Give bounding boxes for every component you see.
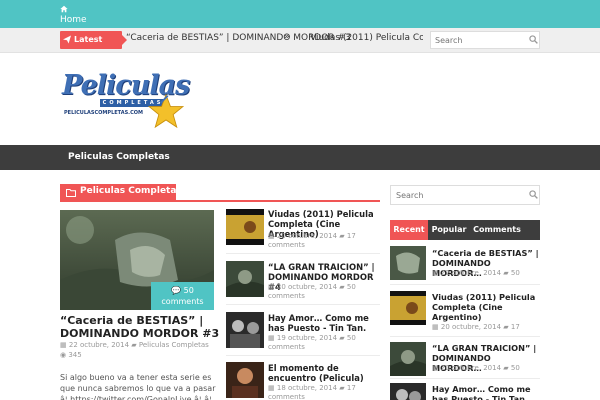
calendar-icon: ▦: [268, 283, 275, 291]
top-search-input[interactable]: [435, 34, 525, 46]
sidebar-divider: [390, 336, 540, 337]
ticker-item[interactable]: Viudas (2011) Pelicula Completa (C: [310, 33, 423, 43]
comment-icon: ▰: [339, 232, 345, 240]
calendar-icon: ▦: [432, 323, 439, 331]
top-bar: [0, 0, 600, 28]
section-title[interactable]: Peliculas Completas: [80, 186, 182, 196]
post-thumbnail[interactable]: [226, 362, 264, 398]
nav-item-peliculas-completas[interactable]: Peliculas Completas: [68, 152, 170, 162]
post-thumbnail[interactable]: [226, 209, 264, 245]
post-meta: ▦ 19 octubre, 2014 ▰ 50: [268, 334, 356, 342]
featured-comment-count[interactable]: 💬 50 comments: [151, 282, 214, 310]
comment-icon: ▰: [339, 384, 345, 392]
calendar-icon: ▦: [60, 341, 67, 349]
paper-plane-icon: [63, 35, 71, 44]
post-divider: [226, 253, 380, 254]
sidebar-divider: [390, 284, 540, 285]
tab-recent[interactable]: Recent: [390, 220, 428, 240]
sidebar-post-title[interactable]: Viudas (2011) Pelicula Completa (Cine Ar…: [432, 292, 540, 322]
sidebar-post-thumbnail[interactable]: [390, 383, 426, 400]
post-comments-label: comments: [268, 393, 305, 400]
featured-views: ◉ 345: [60, 351, 82, 359]
post-title[interactable]: El momento de encuentro (Pelicula): [268, 363, 383, 383]
post-thumbnail[interactable]: [226, 261, 264, 297]
post-meta: ▦ 20 octubre, 2014 ▰ 50: [268, 283, 356, 291]
site-logo-url: PELICULASCOMPLETAS.COM: [64, 110, 143, 116]
featured-title[interactable]: “Caceria de BESTIAS” | DOMINANDO MORDOR …: [60, 314, 220, 340]
post-comments-label: comments: [268, 343, 305, 351]
ticker-separator: »: [284, 32, 290, 42]
comment-icon: ▰: [503, 269, 509, 277]
post-meta: ▦ 20 octubre, 2014 ▰ 17: [268, 232, 356, 240]
folder-icon: [66, 189, 76, 197]
calendar-icon: ▦: [268, 232, 275, 240]
sidebar-divider: [390, 378, 540, 379]
tab-comments[interactable]: Comments: [472, 220, 522, 240]
eye-icon: ◉: [60, 351, 67, 359]
post-divider: [226, 304, 380, 305]
folder-icon: ▰: [131, 341, 137, 349]
sidebar-search-box: [390, 185, 540, 205]
comment-icon: ▰: [339, 334, 345, 342]
calendar-icon: ▦: [268, 334, 275, 342]
home-icon[interactable]: [60, 5, 68, 13]
comment-icon: 💬: [171, 286, 184, 295]
sidebar-post-meta: ▦ 20 octubre, 2014 ▰ 17: [432, 323, 520, 331]
featured-excerpt: Si algo bueno va a tener esta serie es q…: [60, 373, 216, 400]
sidebar-post-meta: ▦ 20 octubre, 2014 ▰ 50: [432, 364, 520, 372]
comment-icon: ▰: [339, 283, 345, 291]
home-link[interactable]: Home: [60, 15, 87, 25]
calendar-icon: ▦: [432, 269, 439, 277]
post-comments-label: comments: [268, 292, 305, 300]
sidebar-post-thumbnail[interactable]: [390, 342, 426, 376]
tab-popular[interactable]: Popular: [430, 220, 468, 240]
sidebar-post-title[interactable]: Hay Amor… Como me has Puesto - Tin Tan.: [432, 384, 540, 400]
search-icon[interactable]: [529, 190, 538, 199]
search-icon[interactable]: [529, 35, 538, 44]
sidebar-post-meta: ▦ 22 octubre, 2014 ▰ 50: [432, 269, 520, 277]
post-thumbnail[interactable]: [226, 312, 264, 348]
top-search-box: [430, 31, 540, 49]
post-divider: [226, 355, 380, 356]
sidebar-post-thumbnail[interactable]: [390, 246, 426, 280]
logo-star-icon: [148, 94, 184, 128]
calendar-icon: ▦: [268, 384, 275, 392]
post-meta: ▦ 18 octubre, 2014 ▰ 17: [268, 384, 356, 392]
comment-icon: ▰: [503, 323, 509, 331]
post-comments-label: comments: [268, 241, 305, 249]
featured-meta: ▦ 22 octubre, 2014 ▰ Peliculas Completas: [60, 341, 209, 349]
post-title[interactable]: Hay Amor… Como me has Puesto - Tin Tan.: [268, 313, 383, 333]
comment-icon: ▰: [503, 364, 509, 372]
calendar-icon: ▦: [432, 364, 439, 372]
sidebar-post-thumbnail[interactable]: [390, 291, 426, 325]
sidebar-search-input[interactable]: [396, 190, 516, 201]
